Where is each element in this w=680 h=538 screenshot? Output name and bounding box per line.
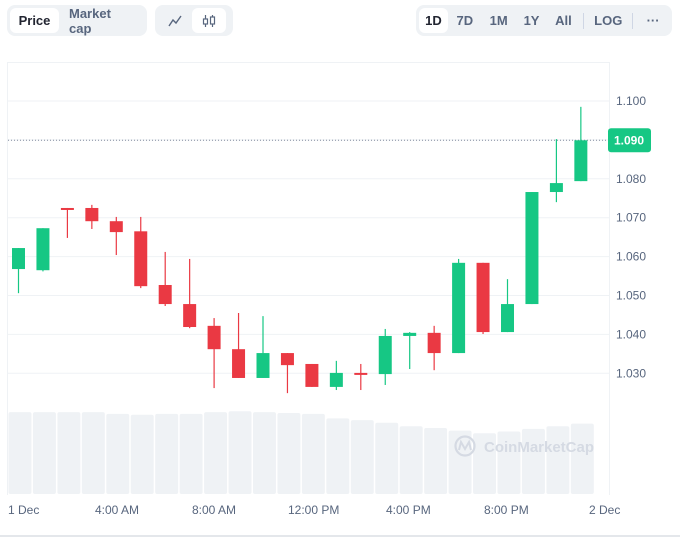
candle-up[interactable] <box>525 192 539 305</box>
volume-bar <box>277 413 301 494</box>
y-tick-label: 1.050 <box>616 289 646 303</box>
candle-down[interactable] <box>354 363 368 391</box>
x-tick-label: 12:00 PM <box>288 503 339 517</box>
volume-bar <box>570 423 594 494</box>
candle-body <box>12 248 25 270</box>
candle-down[interactable] <box>427 325 441 371</box>
candle-up[interactable] <box>549 139 563 203</box>
x-tick-label: 2 Dec <box>589 503 620 517</box>
candle-body <box>427 332 441 354</box>
candle-down[interactable] <box>207 318 221 389</box>
volume-bar <box>228 411 252 494</box>
volume-bar <box>399 426 423 494</box>
volume-bar <box>8 412 32 494</box>
candle-body <box>256 353 270 378</box>
y-tick-label: 1.100 <box>616 94 646 108</box>
watermark-text: CoinMarketCap <box>484 439 594 456</box>
candle-body <box>476 262 490 333</box>
candle-body <box>280 353 294 366</box>
candle-down[interactable] <box>134 216 148 289</box>
candle-body <box>183 304 197 328</box>
volume-bar <box>253 412 276 494</box>
x-tick-label: 1 Dec <box>8 503 39 517</box>
candle-body <box>232 349 246 378</box>
candle-down[interactable] <box>158 251 172 307</box>
candle-up[interactable] <box>12 248 25 294</box>
volume-bar <box>448 430 472 494</box>
volume-bar <box>32 412 56 494</box>
candle-body <box>109 221 123 233</box>
candle-body <box>574 140 588 182</box>
volume-bar <box>57 412 81 494</box>
y-tick-label: 1.040 <box>616 327 646 341</box>
candle-down[interactable] <box>305 363 319 387</box>
candle-body <box>85 207 99 222</box>
candle-body <box>403 332 417 336</box>
current-price-badge: 1.090 <box>608 128 651 153</box>
candle-body <box>36 228 50 271</box>
candle-down[interactable] <box>60 207 74 238</box>
candle-body <box>134 231 148 287</box>
volume-bar <box>326 418 350 494</box>
volume-bar <box>301 413 325 494</box>
candle-body <box>207 325 221 350</box>
y-tick-label: 1.030 <box>616 366 646 380</box>
candle-down[interactable] <box>183 258 197 329</box>
candle-body <box>501 304 514 333</box>
volume-bar <box>424 428 448 494</box>
candle-body <box>354 372 368 375</box>
candle-up[interactable] <box>378 328 392 385</box>
volume-bar <box>204 412 228 494</box>
candle-body <box>305 363 319 387</box>
volume-bar <box>130 414 154 494</box>
candle-body <box>525 192 539 305</box>
candle-body <box>549 183 563 193</box>
candle-body <box>60 207 74 210</box>
volume-bar <box>155 413 179 494</box>
candle-down[interactable] <box>476 262 490 335</box>
candle-up[interactable] <box>36 228 50 272</box>
bottom-divider <box>0 535 680 537</box>
candle-up[interactable] <box>501 279 514 333</box>
y-tick-label: 1.060 <box>616 250 646 264</box>
candle-up[interactable] <box>574 106 588 182</box>
x-tick-label: 4:00 PM <box>386 503 431 517</box>
candle-up[interactable] <box>256 316 270 378</box>
candle-body <box>329 372 343 387</box>
volume-bar <box>546 426 570 494</box>
candle-up[interactable] <box>452 258 466 354</box>
candle-down[interactable] <box>85 204 99 229</box>
y-tick-label: 1.070 <box>616 211 646 225</box>
x-tick-label: 8:00 AM <box>192 503 236 517</box>
candle-down[interactable] <box>109 216 123 256</box>
candlestick-chart: CoinMarketCap 1.030 1.040 1.050 1.060 1.070 1… <box>8 94 651 517</box>
current-price-label: 1.090 <box>614 133 644 147</box>
candle-up[interactable] <box>403 332 417 370</box>
x-tick-label: 4:00 AM <box>95 503 139 517</box>
y-tick-label: 1.080 <box>616 172 646 186</box>
candle-up[interactable] <box>329 360 343 391</box>
candle-down[interactable] <box>232 313 246 378</box>
candle-body <box>378 335 392 375</box>
candle-body <box>158 284 172 305</box>
volume-bar <box>375 422 399 494</box>
volume-bar <box>179 413 203 494</box>
volume-bar <box>350 420 374 494</box>
x-tick-label: 8:00 PM <box>484 503 529 517</box>
volume-bar <box>81 412 105 494</box>
candle-body <box>452 262 466 354</box>
volume-bar <box>106 413 130 494</box>
